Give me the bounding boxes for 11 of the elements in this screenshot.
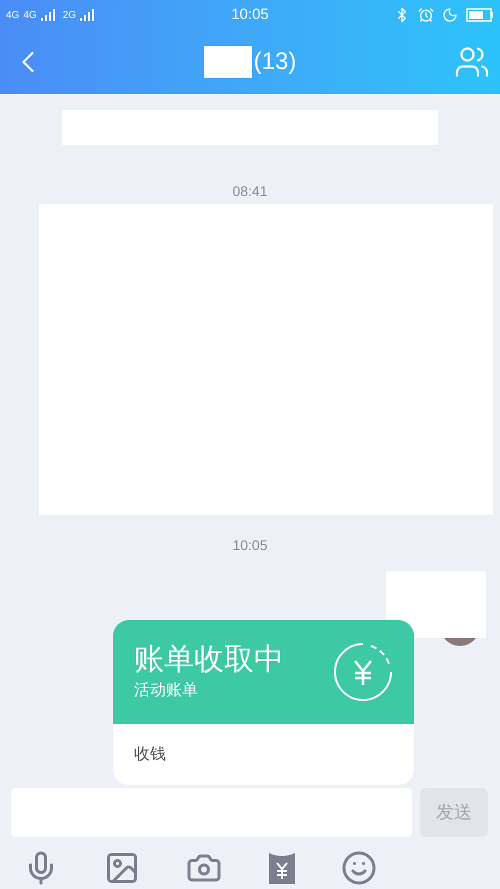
network-label: 2G	[62, 8, 76, 22]
network-label: 4G	[6, 8, 20, 22]
chat-title: (13)	[254, 47, 296, 77]
status-time: 10:05	[230, 4, 270, 25]
timestamp: 10:05	[232, 536, 268, 555]
bill-action: 收钱	[134, 744, 166, 764]
bill-title: 账单收取中	[134, 642, 285, 678]
timestamp: 08:41	[232, 182, 268, 201]
bill-subtitle: 活动账单	[134, 681, 199, 701]
bill-card[interactable]: 账单收取中 活动账单 收钱	[113, 620, 414, 785]
network-label: 4G	[23, 8, 37, 22]
